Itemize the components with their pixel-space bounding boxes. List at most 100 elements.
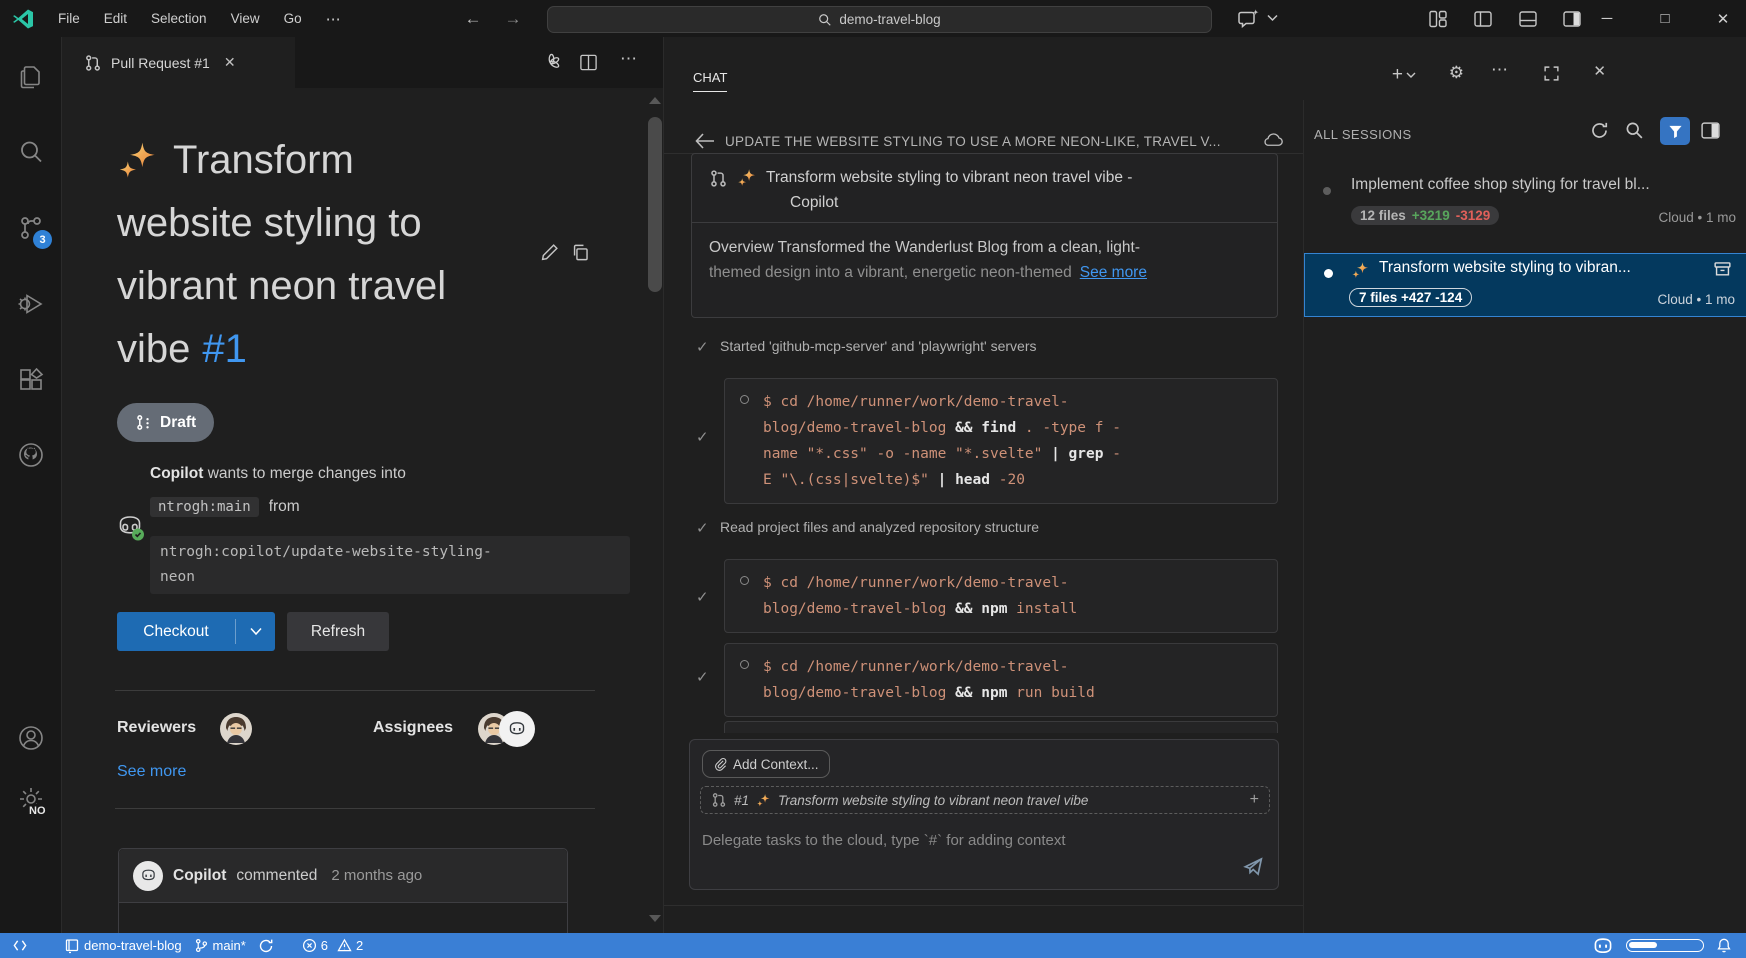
copilot-status-icon[interactable]	[1586, 933, 1620, 958]
reviewer-avatar[interactable]	[220, 713, 252, 745]
session-item-selected[interactable]: Transform website styling to vibran... 7…	[1304, 253, 1746, 317]
refresh-sessions-icon[interactable]	[1590, 121, 1609, 140]
sparkle-icon	[117, 140, 159, 182]
error-count: 6	[321, 938, 328, 953]
menu-go[interactable]: Go	[272, 0, 314, 37]
archive-icon[interactable]	[1713, 260, 1732, 279]
session-meta: Cloud • 1 mo	[1658, 210, 1736, 225]
session-diff-badge: 7 files +427 -124	[1349, 288, 1472, 307]
terminal-command-block[interactable]: $ cd /home/runner/work/demo-travel- blog…	[724, 378, 1278, 504]
scroll-up-icon[interactable]	[649, 97, 661, 104]
menu-overflow-icon[interactable]: ⋯	[314, 0, 353, 37]
pr-context-attachment[interactable]: #1 Transform website styling to vibrant …	[700, 786, 1270, 814]
extensions-icon[interactable]	[17, 366, 45, 394]
remote-indicator[interactable]	[0, 933, 34, 958]
editor-scrollbar-thumb[interactable]	[648, 117, 662, 292]
chat-back-icon[interactable]	[695, 133, 715, 149]
search-sessions-icon[interactable]	[1625, 121, 1644, 140]
chat-pr-card[interactable]: Transform website styling to vibrant neo…	[691, 153, 1278, 318]
chat-step[interactable]: Read project files and analyzed reposito…	[720, 519, 1039, 535]
copy-title-icon[interactable]	[571, 243, 590, 262]
maximize-button[interactable]: □	[1642, 0, 1688, 37]
session-item[interactable]: Implement coffee shop styling for travel…	[1304, 170, 1746, 245]
chat-input-container[interactable]: Add Context... #1 Transform website styl…	[689, 739, 1279, 890]
search-icon	[818, 13, 832, 27]
scroll-down-icon[interactable]	[649, 915, 661, 922]
new-chat-button[interactable]: +	[1392, 64, 1416, 86]
reviewers-label: Reviewers	[117, 719, 196, 737]
chat-maximize-icon[interactable]	[1543, 65, 1560, 82]
checkout-split-button[interactable]: Checkout	[117, 612, 275, 651]
bell-icon[interactable]	[1710, 933, 1746, 958]
sessions-layout-icon[interactable]	[1700, 120, 1721, 141]
copilot-chat-icon[interactable]	[1237, 7, 1261, 31]
divider	[115, 690, 595, 691]
explorer-icon[interactable]	[17, 63, 45, 91]
draft-status-badge: Draft	[117, 403, 214, 442]
check-icon: ✓	[696, 668, 709, 686]
toggle-primary-sidebar-icon[interactable]	[1473, 9, 1493, 29]
terminal-command-block-partial[interactable]	[724, 721, 1278, 733]
terminal-command-block[interactable]: $ cd /home/runner/work/demo-travel- blog…	[724, 643, 1278, 717]
branch-name: main*	[213, 938, 246, 953]
edit-title-icon[interactable]	[540, 243, 559, 262]
tab-close-icon[interactable]: ✕	[224, 54, 236, 71]
run-debug-icon[interactable]	[17, 290, 45, 318]
pr-number-link[interactable]: #1	[202, 318, 247, 381]
add-context-button[interactable]: Add Context...	[702, 750, 830, 778]
checkout-button[interactable]: Checkout	[117, 623, 235, 641]
session-diff-badge: 12 files +3219 -3129	[1351, 206, 1499, 225]
repo-status-item[interactable]: demo-travel-blog	[58, 933, 188, 958]
github-icon[interactable]	[17, 441, 45, 469]
merge-author: Copilot	[150, 465, 203, 482]
code-text: E "\.(css|svelte)$"	[763, 472, 938, 488]
terminal-command-block[interactable]: $ cd /home/runner/work/demo-travel- blog…	[724, 559, 1278, 633]
tab-pull-request[interactable]: Pull Request #1 ✕	[62, 37, 295, 88]
chat-more-actions-icon[interactable]: ⋯	[1491, 60, 1508, 80]
customize-layout-icon[interactable]	[1428, 9, 1448, 29]
problems-status-item[interactable]: 6 2	[296, 933, 369, 958]
pull-request-icon	[709, 169, 728, 188]
assignee-copilot-avatar[interactable]	[499, 711, 535, 747]
openai-icon[interactable]	[541, 52, 562, 73]
minimize-button[interactable]: ─	[1584, 0, 1630, 37]
attachment-add-icon[interactable]: +	[1250, 791, 1259, 809]
all-sessions-panel: ALL SESSIONS Implement coffee shop styli…	[1303, 100, 1746, 933]
accounts-icon[interactable]	[17, 724, 45, 752]
see-more-link[interactable]: See more	[117, 763, 186, 781]
toggle-panel-icon[interactable]	[1518, 9, 1538, 29]
chat-close-icon[interactable]: ✕	[1593, 62, 1606, 80]
chat-step[interactable]: Started 'github-mcp-server' and 'playwri…	[720, 338, 1036, 354]
code-text: run build	[1007, 685, 1094, 701]
comment-action: commented	[236, 867, 317, 885]
refresh-button[interactable]: Refresh	[287, 612, 389, 651]
menu-view[interactable]: View	[219, 0, 272, 37]
check-icon: ✓	[696, 519, 709, 537]
copilot-chat-chevron-icon[interactable]	[1267, 14, 1278, 22]
command-center-search[interactable]: demo-travel-blog	[547, 6, 1212, 33]
menu-selection[interactable]: Selection	[139, 0, 219, 37]
close-button[interactable]: ✕	[1700, 0, 1746, 37]
split-editor-icon[interactable]	[579, 53, 598, 72]
see-more-link[interactable]: See more	[1080, 260, 1147, 285]
search-view-icon[interactable]	[17, 138, 45, 166]
checkout-dropdown-icon[interactable]	[236, 627, 275, 636]
send-icon[interactable]	[1243, 856, 1264, 877]
sparkle-icon	[756, 793, 771, 808]
menu-file[interactable]: File	[46, 0, 92, 37]
sync-status-item[interactable]	[252, 933, 280, 958]
comment-time: 2 months ago	[331, 867, 422, 884]
pr-title-line2: website styling to	[117, 192, 587, 255]
chat-settings-gear-icon[interactable]: ⚙	[1449, 63, 1464, 83]
chat-input-placeholder[interactable]: Delegate tasks to the cloud, type `#` fo…	[702, 832, 1066, 849]
menu-edit[interactable]: Edit	[92, 0, 139, 37]
tab-chat[interactable]: CHAT	[693, 70, 727, 92]
nav-back-icon[interactable]: ←	[462, 9, 484, 29]
filter-sessions-icon[interactable]	[1660, 117, 1690, 145]
editor-more-actions-icon[interactable]: ⋯	[620, 49, 637, 69]
source-control-badge: 3	[33, 230, 52, 249]
toggle-secondary-sidebar-icon[interactable]	[1562, 9, 1582, 29]
branch-status-item[interactable]: main*	[188, 933, 252, 958]
nav-forward-icon[interactable]: →	[502, 9, 524, 29]
overview-line1: Overview Transformed the Wanderlust Blog…	[709, 235, 1260, 260]
